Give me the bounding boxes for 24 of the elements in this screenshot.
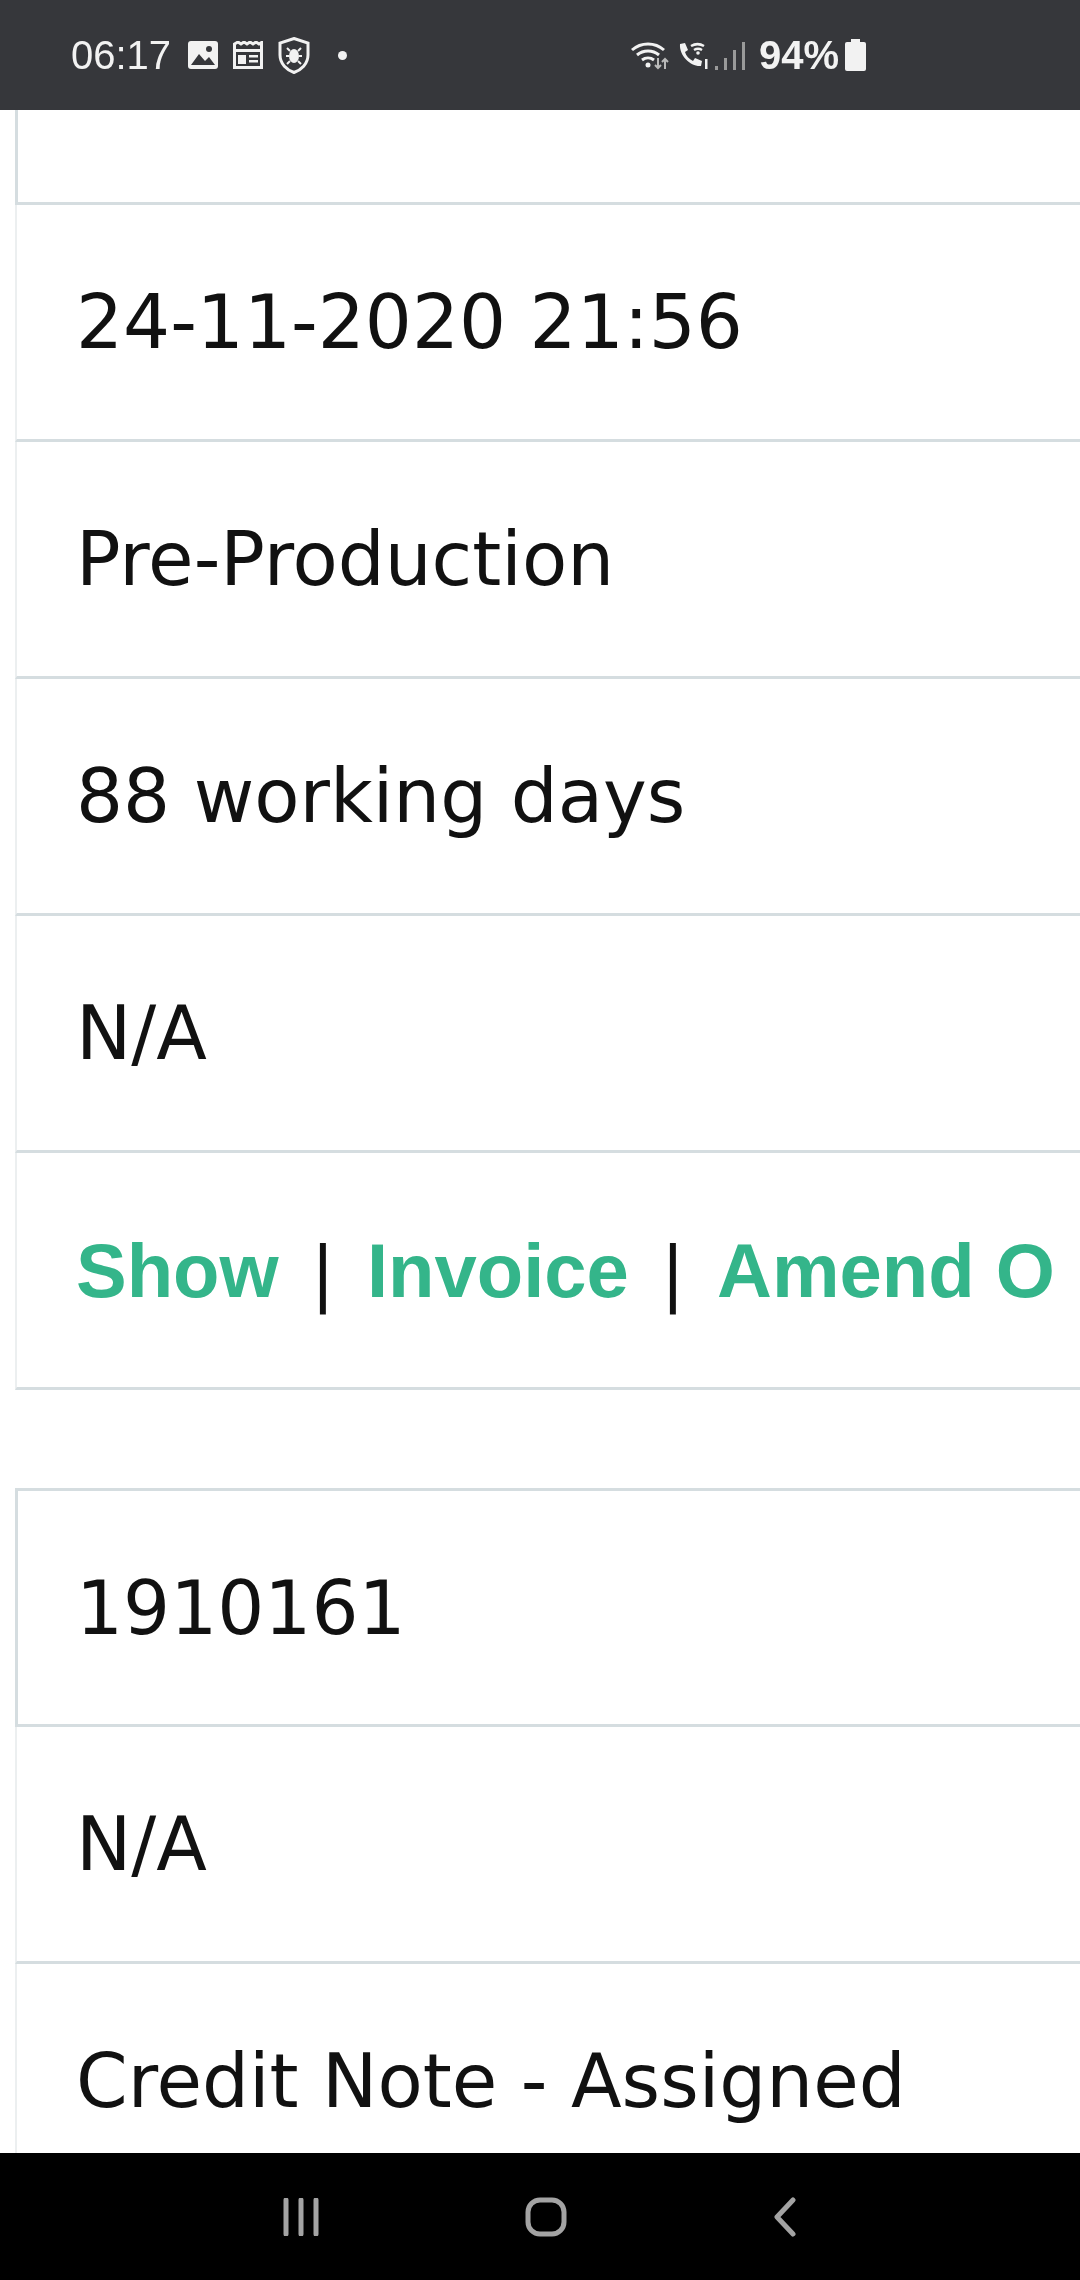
home-icon[interactable] <box>525 2196 567 2237</box>
recent-apps-icon[interactable] <box>283 2197 319 2236</box>
signal-icon <box>714 40 745 70</box>
shield-bug-icon <box>278 36 311 74</box>
action-link[interactable]: Amend O <box>717 1226 1055 1314</box>
action-link[interactable]: Show <box>76 1226 279 1314</box>
battery-percent: 94% <box>758 32 839 78</box>
back-icon[interactable] <box>773 2196 797 2237</box>
status-time: 06:17 <box>71 32 172 78</box>
image-icon <box>188 41 219 69</box>
field-value: 24-11-2020 21:56 <box>76 279 743 365</box>
field-value: N/A <box>76 990 207 1076</box>
link-separator: | <box>660 1229 686 1314</box>
calendar-icon <box>233 41 264 69</box>
order-number: 1910161 <box>76 1564 406 1651</box>
link-separator: | <box>310 1229 335 1314</box>
notification-dot-icon <box>338 50 348 60</box>
field-value: N/A <box>76 1801 207 1887</box>
field-value: 88 working days <box>76 753 686 839</box>
wifi-icon <box>629 40 670 70</box>
battery-icon <box>845 39 866 71</box>
action-link[interactable]: Invoice <box>366 1226 629 1314</box>
field-value: Credit Note - Assigned <box>76 2038 906 2124</box>
field-value: Pre-Production <box>76 516 615 602</box>
